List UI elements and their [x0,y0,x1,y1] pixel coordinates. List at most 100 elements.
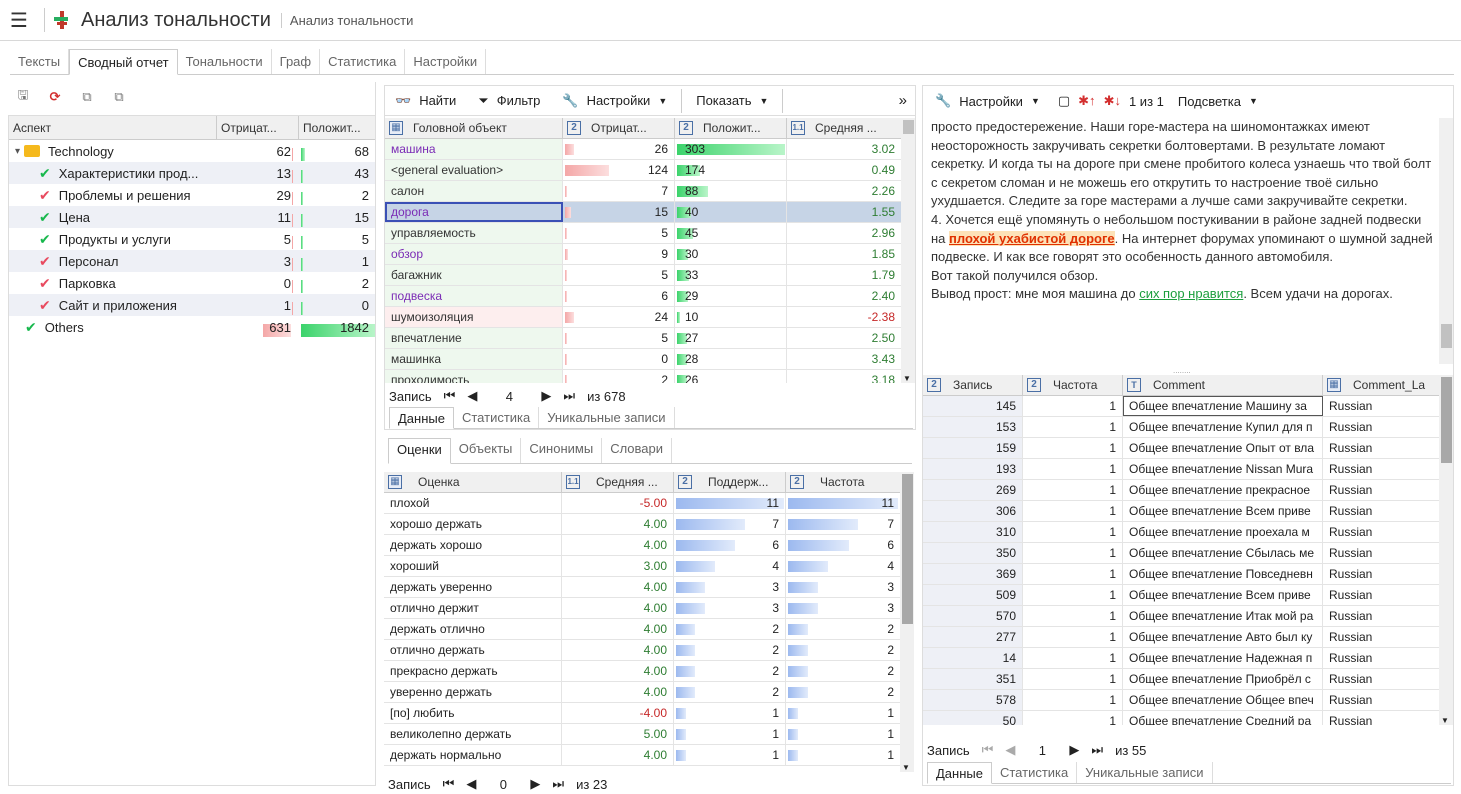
object-name[interactable]: обзор [385,244,563,264]
table-row[interactable]: 509 1 Общее впечатление Всем приве Russian [923,585,1439,606]
text-settings-menu[interactable]: Настройки [959,94,1023,109]
last-record-icon[interactable]: ⏭ [563,388,575,404]
subtab-3[interactable]: Словари [602,438,673,463]
prev-record-icon[interactable]: ◀ [1005,742,1015,758]
table-row[interactable]: уверенно держать 4.00 2 2 [384,682,900,703]
table-row[interactable]: 145 1 Общее впечатление Машину за Russian [923,396,1439,417]
table-row[interactable]: шумоизоляция 24 10 -2.38 [385,307,901,328]
prev-highlight-icon[interactable]: ✱↑ [1078,93,1095,109]
subtab-2[interactable]: Уникальные записи [539,407,675,428]
menu-icon[interactable]: ☰ [0,8,38,33]
table-row[interactable]: машинка 0 28 3.43 [385,349,901,370]
table-row[interactable]: 351 1 Общее впечатление Приобрёл с Russian [923,669,1439,690]
scroll-down-icon[interactable]: ▼ [902,763,910,772]
scroll-thumb[interactable] [1441,324,1452,348]
avg-col-label[interactable]: Средняя ... [596,475,658,489]
record-index[interactable]: 4 [489,389,529,404]
score-col-label[interactable]: Оценка [418,475,460,489]
tab-2[interactable]: Тональности [178,49,272,74]
object-name[interactable]: подвеска [385,286,563,306]
record-index[interactable]: 1 [1027,743,1057,758]
highlight-menu[interactable]: Подсветка [1178,94,1241,109]
tab-1[interactable]: Сводный отчет [69,49,178,75]
record-comment[interactable]: Общее впечатление Всем приве [1123,501,1323,521]
table-row[interactable]: 277 1 Общее впечатление Авто был ку Russian [923,627,1439,648]
table-row[interactable]: 159 1 Общее впечатление Опыт от вла Russian [923,438,1439,459]
next-record-icon[interactable]: ▶ [1069,742,1079,758]
object-name[interactable]: машина [385,139,563,159]
subtab-0[interactable]: Данные [389,407,454,429]
pos-col-label[interactable]: Положит... [703,121,761,135]
table-row[interactable]: хорошо держать 4.00 7 7 [384,514,900,535]
tree-row[interactable]: ✔ Парковка 0 2 [9,272,375,294]
show-menu[interactable]: Показать [696,93,751,108]
comment-col-label[interactable]: Comment [1153,378,1205,392]
tree-row[interactable]: ✔ Продукты и услуги 5 5 [9,228,375,250]
text-scrollbar[interactable] [1439,118,1453,364]
table-row[interactable]: 306 1 Общее впечатление Всем приве Russian [923,501,1439,522]
table-row[interactable]: проходимость 2 26 3.18 [385,370,901,383]
prev-record-icon[interactable]: ◀ [466,776,476,792]
overflow-icon[interactable]: » [899,92,907,109]
table-row[interactable]: 269 1 Общее впечатление прекрасное Russian [923,480,1439,501]
support-col-label[interactable]: Поддерж... [708,475,768,489]
scores-scrollbar[interactable]: ▼ [900,472,914,772]
object-name[interactable]: шумоизоляция [385,307,563,327]
object-name[interactable]: дорога [385,202,563,222]
table-row[interactable]: держать хорошо 4.00 6 6 [384,535,900,556]
table-row[interactable]: впечатление 5 27 2.50 [385,328,901,349]
lang-col-label[interactable]: Comment_La [1353,378,1425,392]
score-name[interactable]: великолепно держать [384,724,562,744]
score-name[interactable]: отлично держать [384,640,562,660]
record-comment[interactable]: Общее впечатление Средний ра [1123,711,1323,725]
tree-row[interactable]: ✔ Цена 11 15 [9,206,375,228]
first-record-icon[interactable]: ⏮ [982,742,994,758]
object-name[interactable]: <general evaluation> [385,160,563,180]
aspect-col-header[interactable]: Аспект [9,116,217,139]
table-row[interactable]: плохой -5.00 11 11 [384,493,900,514]
table-row[interactable]: отлично держать 4.00 2 2 [384,640,900,661]
negative-col-header[interactable]: Отрицат... [217,116,299,139]
positive-col-header[interactable]: Положит... [299,116,375,139]
filter-button[interactable]: Фильтр [497,93,541,108]
subtab-1[interactable]: Статистика [992,762,1078,783]
highlighted-phrase-positive[interactable]: сих пор нравится [1139,286,1243,301]
find-button[interactable]: Найти [419,93,456,108]
table-row[interactable]: 153 1 Общее впечатление Купил для п Russian [923,417,1439,438]
table-row[interactable]: 369 1 Общее впечатление Повседневн Russian [923,564,1439,585]
tab-5[interactable]: Настройки [405,49,487,74]
table-row[interactable]: управляемость 5 45 2.96 [385,223,901,244]
score-name[interactable]: плохой [384,493,562,513]
table-row[interactable]: обзор 9 30 1.85 [385,244,901,265]
table-row[interactable]: 570 1 Общее впечатление Итак мой ра Russian [923,606,1439,627]
settings-menu[interactable]: Настройки [587,93,651,108]
table-row[interactable]: держать нормально 4.00 1 1 [384,745,900,766]
last-record-icon[interactable]: ⏭ [1091,742,1103,758]
comment-icon[interactable]: ▢ [1058,93,1070,109]
expand-icon[interactable]: ▾ [15,146,20,157]
subtab-1[interactable]: Объекты [451,438,522,463]
table-row[interactable]: держать отлично 4.00 2 2 [384,619,900,640]
record-comment[interactable]: Общее впечатление Машину за [1123,396,1323,416]
table-row[interactable]: дорога 15 40 1.55 [385,202,901,223]
tab-3[interactable]: Граф [272,49,321,74]
table-row[interactable]: машина 26 303 3.02 [385,139,901,160]
scroll-thumb[interactable] [903,120,914,134]
tree-row[interactable]: ✔ Характеристики прод... 13 43 [9,162,375,184]
avg-col-label[interactable]: Средняя ... [815,121,877,135]
scroll-down-icon[interactable]: ▼ [903,374,911,383]
object-name[interactable]: салон [385,181,563,201]
subtab-0[interactable]: Данные [927,762,992,784]
last-record-icon[interactable]: ⏭ [552,776,564,792]
next-record-icon[interactable]: ▶ [530,776,540,792]
record-index[interactable]: 0 [488,777,518,792]
table-row[interactable]: прекрасно держать 4.00 2 2 [384,661,900,682]
score-name[interactable]: [по] любить [384,703,562,723]
table-row[interactable]: отлично держит 4.00 3 3 [384,598,900,619]
score-name[interactable]: уверенно держать [384,682,562,702]
score-name[interactable]: держать отлично [384,619,562,639]
expand-all-icon[interactable]: ⧉ [78,89,96,105]
score-name[interactable]: хороший [384,556,562,576]
score-name[interactable]: прекрасно держать [384,661,562,681]
record-comment[interactable]: Общее впечатление Nissan Mura [1123,459,1323,479]
